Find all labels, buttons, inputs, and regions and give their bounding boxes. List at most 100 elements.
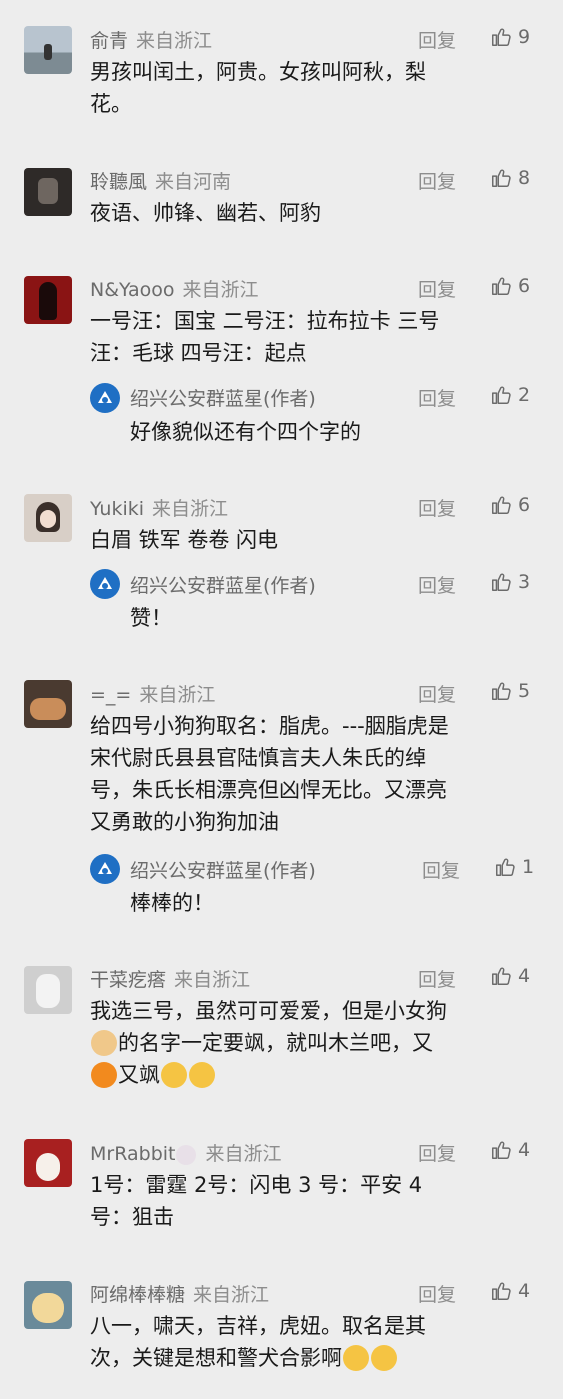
like-count: 5 (518, 680, 531, 702)
avatar[interactable] (24, 966, 72, 1014)
comment-line: 花。 (90, 92, 132, 116)
like-count: 4 (518, 1280, 531, 1302)
comment-line: 一号汪：国宝 二号汪：拉布拉卡 三号 (90, 309, 440, 333)
like-count: 2 (518, 384, 531, 406)
author-location: 来自河南 (155, 171, 232, 193)
author-location: 来自浙江 (174, 969, 251, 991)
police-logo-avatar[interactable] (90, 854, 120, 884)
avatar[interactable] (24, 26, 72, 74)
avatar[interactable] (24, 1281, 72, 1329)
like-button[interactable]: 6 (490, 494, 530, 516)
comment-line: 次，关键是想和警犬合影啊 (90, 1346, 342, 1370)
comment-author[interactable]: 聆聽風 来自河南 (90, 167, 231, 194)
comment-text: 一号汪：国宝 二号汪：拉布拉卡 三号 汪：毛球 四号汪：起点 (90, 305, 540, 369)
like-button[interactable]: 1 (494, 856, 534, 878)
like-button[interactable]: 3 (490, 571, 530, 593)
reply-button[interactable]: 回复 (418, 26, 456, 53)
thumbs-up-icon (490, 275, 512, 297)
comment-line-with-emoji: 次，关键是想和警犬合影啊 (90, 1342, 540, 1374)
comment-line: 号，朱氏长相漂亮但凶悍无比。又漂亮 (90, 778, 447, 802)
comment-line: 又飒 (118, 1063, 160, 1087)
crazy-face-emoji (161, 1062, 187, 1088)
comment-author[interactable]: MrRabbit 来自浙江 (90, 1139, 282, 1166)
author-name[interactable]: N&Yaooo (90, 279, 175, 301)
author-name[interactable]: =_= (90, 684, 131, 706)
reply-text: 好像貌似还有个四个字的 (130, 420, 361, 444)
reply-button[interactable]: 回复 (418, 571, 456, 598)
like-button[interactable]: 8 (490, 167, 530, 189)
comment-text: 我选三号，虽然可可爱爱，但是小女狗 的名字一定要飒，就叫木兰吧，又 又飒 (90, 995, 540, 1091)
author-name[interactable]: 干菜疙瘩 (90, 969, 166, 991)
comment-text: 男孩叫闰土，阿贵。女孩叫阿秋，梨 花。 (90, 56, 540, 120)
comment-text: 白眉 铁军 卷卷 闪电 (90, 524, 540, 556)
author-location: 来自浙江 (136, 30, 213, 52)
comment-author[interactable]: Yukiki 来自浙江 (90, 494, 228, 521)
thumbs-up-icon (490, 1280, 512, 1302)
like-button[interactable]: 2 (490, 384, 530, 406)
like-button[interactable]: 9 (490, 26, 530, 48)
like-button[interactable]: 4 (490, 1139, 530, 1161)
thumbs-up-icon (494, 856, 516, 878)
thumbs-up-icon (490, 1139, 512, 1161)
comment-line: 号：狙击 (90, 1205, 174, 1229)
avatar[interactable] (24, 680, 72, 728)
author-name[interactable]: 聆聽風 (90, 171, 147, 193)
avatar[interactable] (24, 276, 72, 324)
author-name[interactable]: 绍兴公安群蓝星(作者) (130, 571, 316, 598)
like-button[interactable]: 6 (490, 275, 530, 297)
comment-line: 又勇敢的小狗狗加油 (90, 810, 279, 834)
author-name[interactable]: Yukiki (90, 498, 144, 520)
crazy-face-emoji (371, 1345, 397, 1371)
comment-author[interactable]: 俞青 来自浙江 (90, 26, 212, 53)
reply-text: 赞！ (130, 606, 172, 630)
comment-text: 夜语、帅锋、幽若、阿豹 (90, 197, 540, 229)
comment-line: 给四号小狗狗取名：脂虎。---胭脂虎是 (90, 714, 449, 738)
author-name[interactable]: MrRabbit (90, 1143, 175, 1165)
comment-line: 宋代尉氏县县官陆慎言夫人朱氏的绰 (90, 746, 426, 770)
comment-author[interactable]: 阿绵棒棒糖 来自浙江 (90, 1280, 269, 1307)
dog-face-emoji (91, 1030, 117, 1056)
crazy-face-emoji (189, 1062, 215, 1088)
comment-author[interactable]: N&Yaooo 来自浙江 (90, 275, 259, 302)
like-count: 6 (518, 275, 531, 297)
thumbs-up-icon (490, 384, 512, 406)
like-count: 4 (518, 965, 531, 987)
avatar[interactable] (24, 1139, 72, 1187)
reply-button[interactable]: 回复 (418, 167, 456, 194)
reply-button[interactable]: 回复 (418, 1139, 456, 1166)
thumbs-up-icon (490, 965, 512, 987)
police-logo-avatar[interactable] (90, 383, 120, 413)
reply-button[interactable]: 回复 (418, 680, 456, 707)
reply-button[interactable]: 回复 (418, 1280, 456, 1307)
rabbit-emoji (176, 1144, 197, 1165)
author-name[interactable]: 阿绵棒棒糖 (90, 1284, 185, 1306)
author-name[interactable]: 俞青 (90, 30, 128, 52)
comment-author[interactable]: =_= 来自浙江 (90, 680, 215, 707)
comment-text: 给四号小狗狗取名：脂虎。---胭脂虎是 宋代尉氏县县官陆慎言夫人朱氏的绰 号，朱… (90, 710, 540, 838)
reply-button[interactable]: 回复 (418, 384, 456, 411)
ke-badge-emoji (91, 1062, 117, 1088)
comment-author[interactable]: 干菜疙瘩 来自浙江 (90, 965, 250, 992)
reply-button[interactable]: 回复 (418, 275, 456, 302)
author-location: 来自浙江 (182, 279, 259, 301)
like-button[interactable]: 4 (490, 965, 530, 987)
author-location: 来自浙江 (139, 684, 216, 706)
author-name[interactable]: 绍兴公安群蓝星(作者) (130, 384, 316, 411)
like-count: 1 (522, 856, 535, 878)
avatar[interactable] (24, 168, 72, 216)
thumbs-up-icon (490, 571, 512, 593)
comment-line: 汪：毛球 四号汪：起点 (90, 341, 307, 365)
author-location: 来自浙江 (205, 1143, 282, 1165)
like-count: 8 (518, 167, 531, 189)
comment-line-with-emoji: 的名字一定要飒，就叫木兰吧，又 (90, 1027, 540, 1059)
comment-line: 我选三号，虽然可可爱爱，但是小女狗 (90, 999, 447, 1023)
like-count: 4 (518, 1139, 531, 1161)
author-name[interactable]: 绍兴公安群蓝星(作者) (130, 856, 316, 883)
like-button[interactable]: 4 (490, 1280, 530, 1302)
reply-button[interactable]: 回复 (418, 494, 456, 521)
avatar[interactable] (24, 494, 72, 542)
reply-button[interactable]: 回复 (422, 856, 460, 883)
police-logo-avatar[interactable] (90, 569, 120, 599)
like-button[interactable]: 5 (490, 680, 530, 702)
reply-button[interactable]: 回复 (418, 965, 456, 992)
